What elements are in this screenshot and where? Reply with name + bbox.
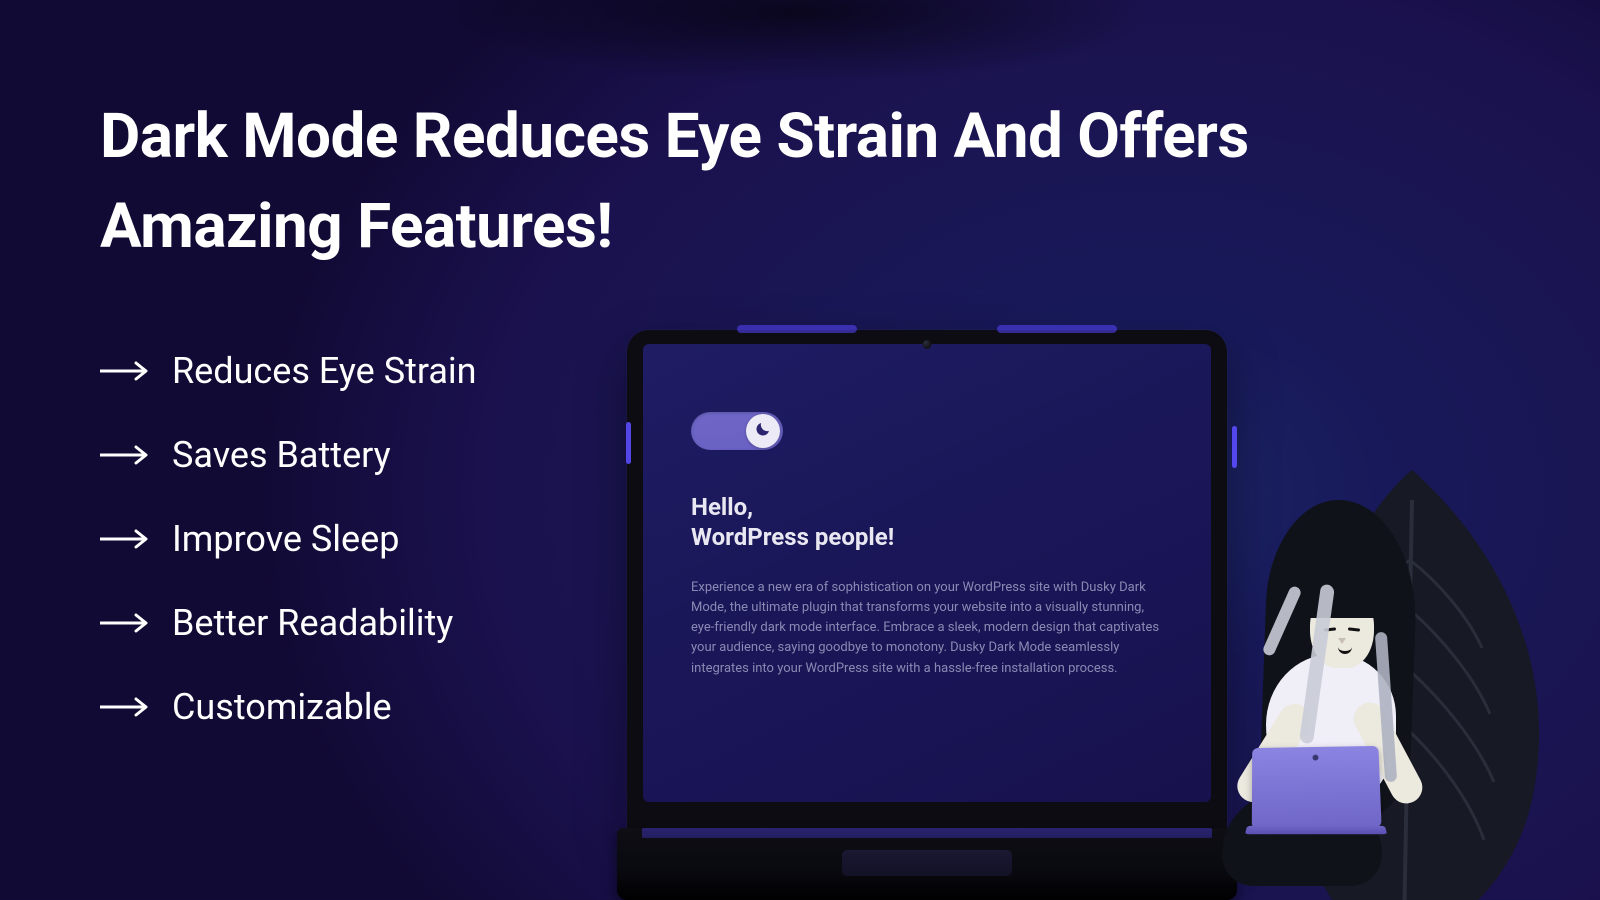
feature-item: Customizable bbox=[100, 686, 477, 728]
arrow-right-icon bbox=[100, 529, 152, 549]
feature-label: Saves Battery bbox=[172, 434, 391, 476]
moon-icon bbox=[754, 420, 772, 442]
bezel-accent bbox=[1232, 426, 1237, 468]
leg bbox=[1222, 792, 1382, 886]
headline: Dark Mode Reduces Eye Strain And Offers … bbox=[100, 92, 1500, 272]
arm bbox=[1231, 698, 1316, 808]
laptop-hinge bbox=[642, 828, 1212, 838]
arm bbox=[1348, 697, 1428, 809]
hair bbox=[1258, 497, 1419, 822]
laptop-mockup: Hello, WordPress people! Experience a ne… bbox=[617, 330, 1237, 900]
feature-item: Reduces Eye Strain bbox=[100, 350, 477, 392]
torso bbox=[1266, 654, 1396, 804]
laptop-base bbox=[617, 828, 1237, 900]
bezel-accent bbox=[997, 325, 1117, 333]
webcam-icon bbox=[923, 340, 932, 349]
feature-label: Reduces Eye Strain bbox=[172, 350, 477, 392]
arrow-right-icon bbox=[100, 697, 152, 717]
nose bbox=[1338, 638, 1346, 644]
screen-heading: Hello, WordPress people! bbox=[691, 492, 1163, 552]
screen-heading-line: Hello, bbox=[691, 492, 1163, 522]
toggle-knob bbox=[746, 414, 780, 448]
arrow-right-icon bbox=[100, 361, 152, 381]
dark-mode-toggle[interactable] bbox=[691, 412, 783, 450]
feature-item: Saves Battery bbox=[100, 434, 477, 476]
laptop-trackpad bbox=[842, 850, 1012, 876]
promo-slide: Dark Mode Reduces Eye Strain And Offers … bbox=[0, 0, 1600, 900]
hair-highlight bbox=[1261, 585, 1302, 657]
arrow-right-icon bbox=[100, 445, 152, 465]
feature-list: Reduces Eye Strain Saves Battery Improve… bbox=[100, 350, 477, 728]
feature-label: Customizable bbox=[172, 686, 392, 728]
arrow-right-icon bbox=[100, 613, 152, 633]
mouth bbox=[1338, 647, 1352, 654]
feature-label: Better Readability bbox=[172, 602, 453, 644]
hair bbox=[1280, 528, 1400, 618]
feature-label: Improve Sleep bbox=[172, 518, 399, 560]
small-laptop-icon bbox=[1252, 746, 1382, 829]
face bbox=[1310, 590, 1374, 668]
bezel-accent bbox=[737, 325, 857, 333]
feature-item: Improve Sleep bbox=[100, 518, 477, 560]
small-laptop-base bbox=[1245, 826, 1387, 834]
screen-heading-line: WordPress people! bbox=[691, 522, 1163, 552]
laptop-bezel: Hello, WordPress people! Experience a ne… bbox=[627, 330, 1227, 830]
hair-highlight bbox=[1375, 632, 1397, 782]
laptop-screen: Hello, WordPress people! Experience a ne… bbox=[643, 344, 1211, 802]
leaf-icon bbox=[1232, 470, 1552, 900]
bezel-accent bbox=[626, 422, 631, 464]
screen-body: Experience a new era of sophistication o… bbox=[691, 578, 1161, 679]
hair-highlight bbox=[1299, 583, 1335, 744]
feature-item: Better Readability bbox=[100, 602, 477, 644]
